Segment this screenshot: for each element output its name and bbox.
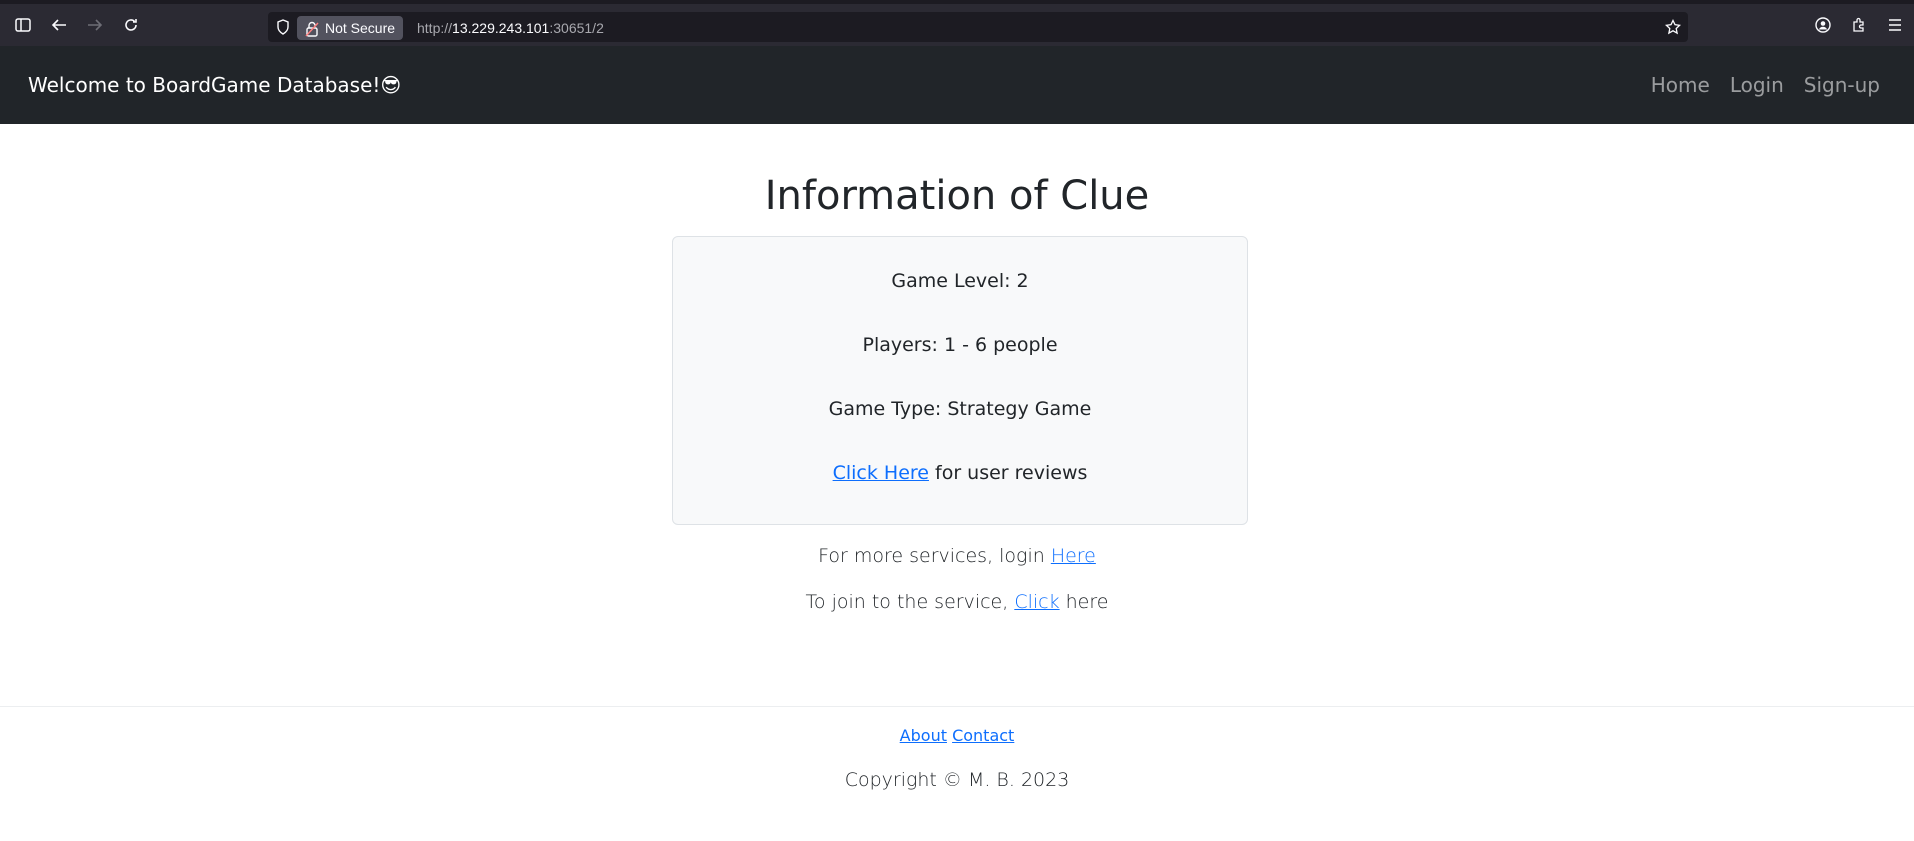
reviews-suffix: for user reviews: [928, 462, 1088, 484]
security-label: Not Secure: [325, 20, 396, 36]
footer: About Contact Copyright © M. B. 2023: [0, 706, 1914, 841]
nav-link-home[interactable]: Home: [1647, 71, 1714, 99]
broken-lock-icon: [305, 20, 319, 44]
site-navbar: Welcome to BoardGame Database!😎 Home Log…: [0, 46, 1914, 124]
reload-icon[interactable]: [120, 14, 142, 36]
url-scheme: http://: [417, 20, 453, 36]
browser-toolbar: Not Secure http://13.229.243.101:30651/2: [0, 0, 1914, 46]
shield-icon[interactable]: [272, 16, 294, 38]
login-prompt-text: For more services, login: [818, 545, 1051, 567]
login-here-link[interactable]: Here: [1051, 545, 1096, 567]
game-level-text: Game Level: 2: [891, 270, 1029, 292]
game-info-card: Game Level: 2 Players: 1 - 6 people Game…: [672, 236, 1248, 525]
join-click-link[interactable]: Click: [1014, 591, 1059, 613]
players-text: Players: 1 - 6 people: [862, 334, 1058, 356]
extensions-icon[interactable]: [1848, 14, 1870, 36]
reviews-line: Click Here for user reviews: [673, 460, 1247, 486]
url-host: 13.229.243.101: [452, 20, 550, 36]
join-prompt-suffix: here: [1059, 591, 1109, 613]
page-title: Information of Clue: [764, 173, 1150, 219]
game-type-text: Game Type: Strategy Game: [828, 398, 1092, 420]
footer-links: About Contact: [0, 725, 1914, 747]
nav-links: Home Login Sign-up: [1647, 71, 1884, 99]
login-prompt: For more services, login Here: [0, 543, 1914, 569]
back-arrow-icon[interactable]: [48, 14, 70, 36]
join-prompt: To join to the service, Click here: [0, 589, 1914, 615]
user-reviews-link[interactable]: Click Here: [833, 462, 929, 484]
bookmark-star-icon[interactable]: [1662, 16, 1684, 38]
nav-link-login[interactable]: Login: [1726, 71, 1788, 99]
account-icon[interactable]: [1812, 14, 1834, 36]
join-prompt-text: To join to the service,: [805, 591, 1015, 613]
copyright-text: Copyright © M. B. 2023: [844, 769, 1070, 791]
url-text[interactable]: http://13.229.243.101:30651/2: [417, 16, 604, 40]
security-badge[interactable]: Not Secure: [297, 16, 404, 40]
menu-hamburger-icon[interactable]: [1884, 14, 1906, 36]
navbar-brand[interactable]: Welcome to BoardGame Database!😎: [28, 71, 401, 99]
url-path: :30651/2: [549, 20, 604, 36]
contact-link[interactable]: Contact: [952, 726, 1014, 745]
about-link[interactable]: About: [900, 726, 947, 745]
nav-link-signup[interactable]: Sign-up: [1800, 71, 1884, 99]
forward-arrow-icon[interactable]: [84, 14, 106, 36]
sidebar-toggle-icon[interactable]: [12, 14, 34, 36]
